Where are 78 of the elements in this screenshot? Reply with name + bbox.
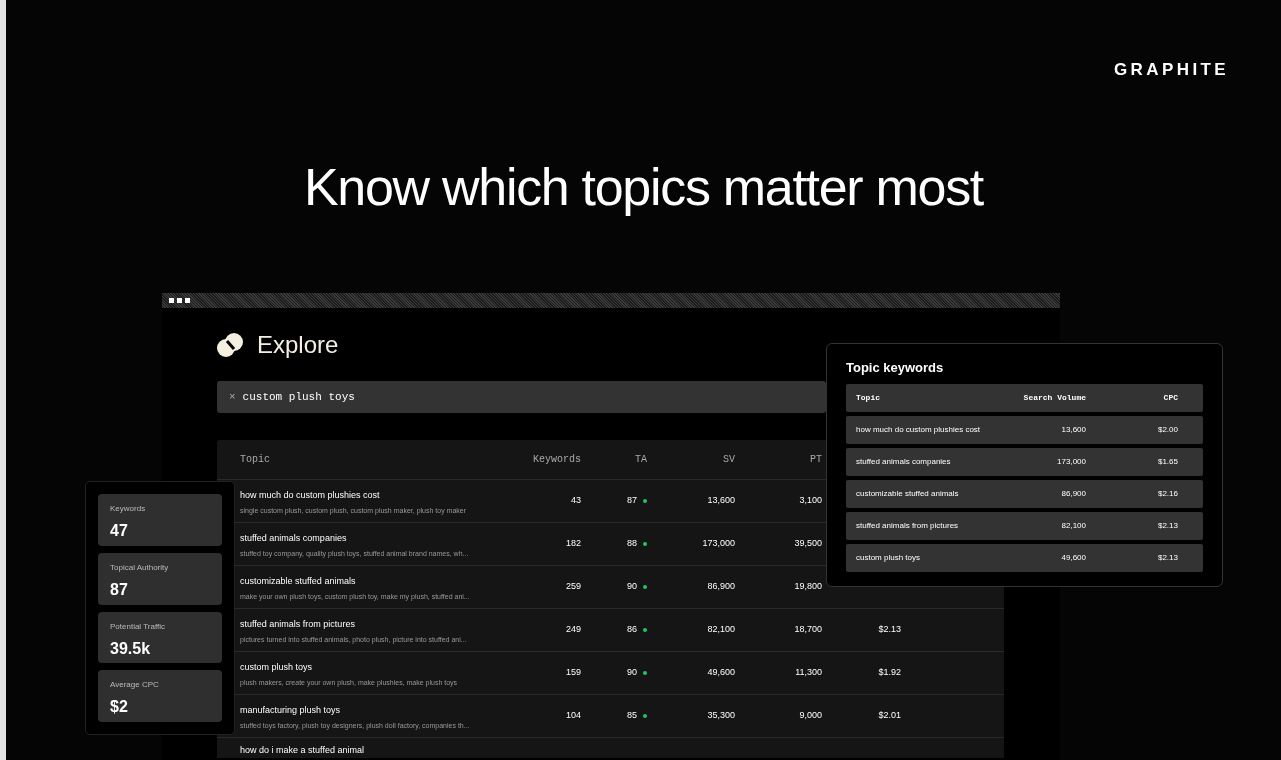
search-value: custom plush toys <box>242 389 355 405</box>
stat-value: 87 <box>110 579 129 600</box>
table-row[interactable]: how much do custom plushies cost 13,600 $2.00 <box>846 415 1203 444</box>
table-cell-text: 82,100 <box>706 623 735 637</box>
table-cell-text: $2.13 <box>1156 519 1178 532</box>
overlapping-circles-icon <box>217 332 243 358</box>
brand-logo: GRAPHITE <box>1114 59 1230 81</box>
table-cell-text: 249 <box>564 623 581 637</box>
column-header[interactable]: Topic <box>856 391 1006 404</box>
table-cell: 85 <box>627 709 637 723</box>
topic-name[interactable]: customizable stuffed animals <box>240 575 527 589</box>
table-cell-text: 43 <box>570 494 581 508</box>
table-cell-text: 3,100 <box>798 494 822 508</box>
stat-label: Potential Traffic <box>110 620 166 633</box>
search-field[interactable]: × custom plush toys <box>217 381 826 413</box>
table-cell: 86 <box>627 623 637 637</box>
headline: Know which topics matter most <box>303 157 985 218</box>
table-cell-text: 19,800 <box>793 580 822 594</box>
table-cell-text: 13,600 <box>1060 423 1086 436</box>
topic-name[interactable]: how do i make a stuffed animal <box>240 744 527 758</box>
topic-name[interactable]: stuffed animals companies <box>240 532 527 546</box>
column-header[interactable]: Topic <box>217 452 467 467</box>
column-header[interactable]: TA <box>581 452 647 467</box>
topic-name: how much do custom plushies cost <box>856 423 982 436</box>
table-cell-text: 11,300 <box>794 666 822 680</box>
table-cell-text: $2.00 <box>1156 423 1178 436</box>
table-cell-text: $2.13 <box>877 623 901 637</box>
topic-name[interactable]: manufacturing plush toys <box>240 704 527 718</box>
table-cell: 90 <box>627 580 637 594</box>
stat-value: 39.5k <box>110 638 152 659</box>
topic-name[interactable]: custom plush toys <box>240 661 527 675</box>
page-title: Explore <box>257 330 339 360</box>
table-cell-text: $1.65 <box>1156 455 1178 468</box>
column-header[interactable]: SV <box>647 452 735 467</box>
table-cell-text: $1.92 <box>877 666 901 680</box>
table-cell: 87 <box>627 494 637 508</box>
topic-name[interactable]: how much do custom plushies cost <box>240 489 527 503</box>
stat-label: Topical Authority <box>110 561 170 574</box>
table-cell-text: 49,600 <box>1060 551 1086 564</box>
topic-name: stuffed animals companies <box>856 455 952 468</box>
table-cell-text: 104 <box>564 709 581 723</box>
column-header[interactable]: PT <box>735 452 822 467</box>
table-cell-text: 173,000 <box>701 537 735 551</box>
topic-name: customizable stuffed animals <box>856 487 960 500</box>
table-cell-text: 13,600 <box>706 494 735 508</box>
table-cell-text: 86,900 <box>706 580 735 594</box>
table-row[interactable]: custom plush toys 49,600 $2.13 <box>846 543 1203 572</box>
table-cell-text: 49,600 <box>706 666 735 680</box>
table-cell-text: 18,700 <box>793 623 822 637</box>
stat-value: $2 <box>110 697 129 718</box>
column-header[interactable]: CPC <box>1086 391 1178 404</box>
table-cell-text: 39,500 <box>793 537 822 551</box>
topic-name[interactable]: stuffed animals from pictures <box>240 618 527 632</box>
stat-label: Keywords <box>110 503 147 515</box>
table-cell-text: 82,100 <box>1060 519 1086 532</box>
table-cell-text: 259 <box>564 580 581 594</box>
stat-label: Average CPC <box>110 679 160 692</box>
clear-button[interactable]: × <box>229 388 236 406</box>
stat-value: 47 <box>110 521 129 541</box>
table-row[interactable]: stuffed animals companies 173,000 $1.65 <box>846 447 1203 476</box>
column-header[interactable]: Keywords <box>467 452 581 467</box>
table-cell-text: 159 <box>564 666 581 680</box>
panel-title: Topic keywords <box>846 359 945 377</box>
table-cell-text: 173,000 <box>1056 455 1086 468</box>
table-cell-text: 182 <box>564 537 581 551</box>
topic-name: stuffed animals from pictures <box>856 519 960 532</box>
table-cell-text: 35,300 <box>706 709 735 723</box>
topic-name: custom plush toys <box>856 551 922 564</box>
table-row[interactable]: customizable stuffed animals 86,900 $2.16 <box>846 479 1203 508</box>
table-cell-text: 9,000 <box>798 709 822 723</box>
table-row[interactable]: stuffed animals from pictures 82,100 $2.13 <box>846 511 1203 540</box>
table-cell-text: $2.01 <box>877 709 901 723</box>
table-cell-text: 86,900 <box>1060 487 1086 500</box>
table-cell-text: $2.13 <box>1156 551 1178 564</box>
table-cell: 88 <box>627 537 637 551</box>
column-header[interactable]: Search Volume <box>1006 391 1086 404</box>
table-cell-text: $2.16 <box>1156 487 1178 500</box>
table-cell: 90 <box>627 666 637 680</box>
